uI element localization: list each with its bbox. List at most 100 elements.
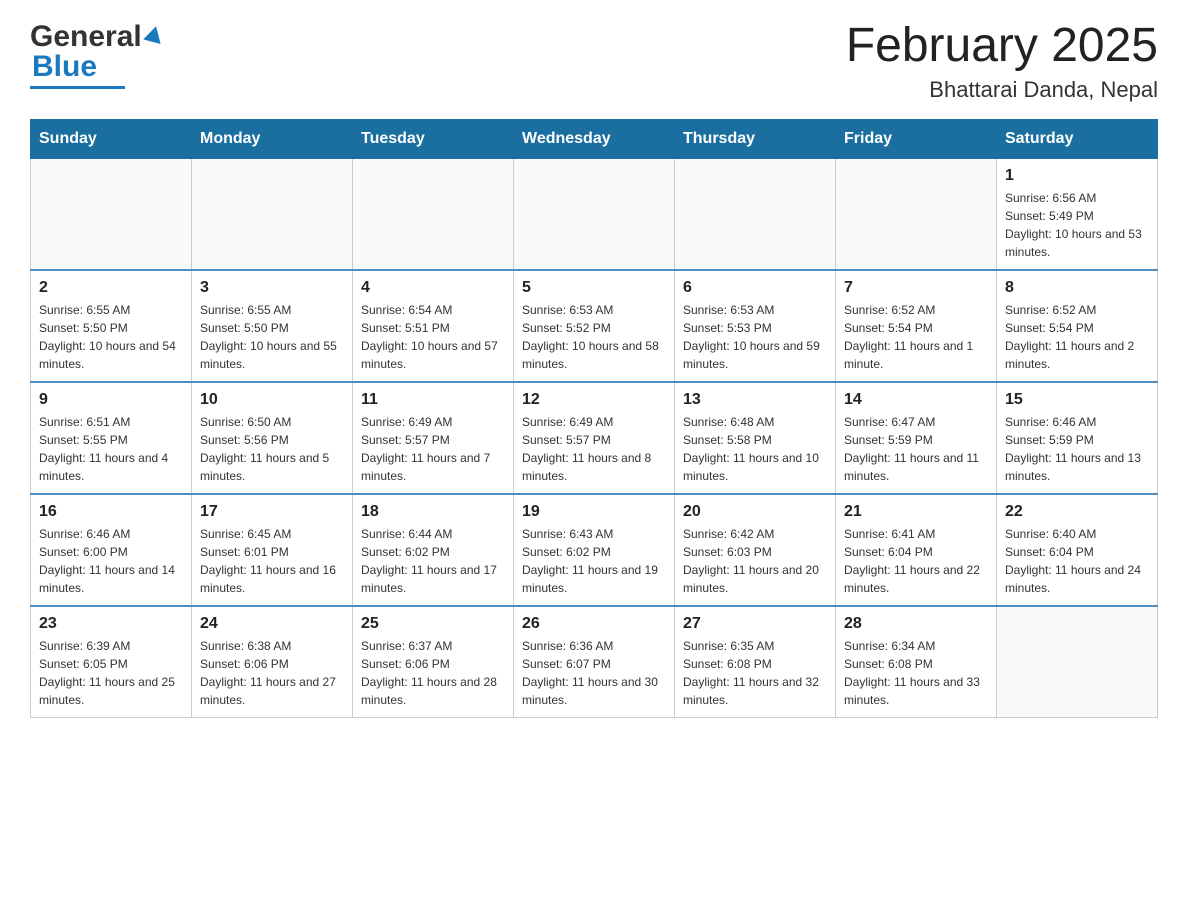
col-monday: Monday bbox=[192, 119, 353, 158]
table-row bbox=[192, 158, 353, 270]
logo-underline bbox=[30, 86, 125, 89]
location-title: Bhattarai Danda, Nepal bbox=[846, 77, 1158, 103]
table-row: 7Sunrise: 6:52 AMSunset: 5:54 PMDaylight… bbox=[836, 270, 997, 382]
table-row bbox=[31, 158, 192, 270]
day-info: Sunrise: 6:39 AMSunset: 6:05 PMDaylight:… bbox=[39, 637, 183, 709]
day-info: Sunrise: 6:46 AMSunset: 6:00 PMDaylight:… bbox=[39, 525, 183, 597]
day-number: 6 bbox=[683, 279, 827, 297]
table-row: 18Sunrise: 6:44 AMSunset: 6:02 PMDayligh… bbox=[353, 494, 514, 606]
calendar-week-row: 9 Sunrise: 6:51 AMSunset: 5:55 PMDaylight… bbox=[31, 382, 1158, 494]
table-row: 1 Sunrise: 6:56 AMSunset: 5:49 PMDaylight… bbox=[997, 158, 1158, 270]
day-info: Sunrise: 6:42 AMSunset: 6:03 PMDaylight:… bbox=[683, 525, 827, 597]
table-row: 16 Sunrise: 6:46 AMSunset: 6:00 PMDayligh… bbox=[31, 494, 192, 606]
table-row bbox=[997, 606, 1158, 718]
day-info: Sunrise: 6:37 AMSunset: 6:06 PMDaylight:… bbox=[361, 637, 505, 709]
day-info: Sunrise: 6:43 AMSunset: 6:02 PMDaylight:… bbox=[522, 525, 666, 597]
day-number: 24 bbox=[200, 615, 344, 633]
day-number: 18 bbox=[361, 503, 505, 521]
day-info: Sunrise: 6:34 AMSunset: 6:08 PMDaylight:… bbox=[844, 637, 988, 709]
table-row: 27 Sunrise: 6:35 AMSunset: 6:08 PMDayligh… bbox=[675, 606, 836, 718]
day-number: 13 bbox=[683, 391, 827, 409]
day-info: Sunrise: 6:54 AMSunset: 5:51 PMDaylight:… bbox=[361, 301, 505, 373]
table-row bbox=[353, 158, 514, 270]
day-info: Sunrise: 6:55 AMSunset: 5:50 PMDaylight:… bbox=[39, 301, 183, 373]
day-number: 19 bbox=[522, 503, 666, 521]
table-row: 12Sunrise: 6:49 AMSunset: 5:57 PMDayligh… bbox=[514, 382, 675, 494]
day-info: Sunrise: 6:52 AMSunset: 5:54 PMDaylight:… bbox=[1005, 301, 1149, 373]
day-info: Sunrise: 6:56 AMSunset: 5:49 PMDaylight:… bbox=[1005, 189, 1149, 261]
day-number: 11 bbox=[361, 391, 505, 409]
logo-area: General Blue bbox=[30, 20, 163, 89]
day-number: 21 bbox=[844, 503, 988, 521]
table-row: 14Sunrise: 6:47 AMSunset: 5:59 PMDayligh… bbox=[836, 382, 997, 494]
calendar-week-row: 23 Sunrise: 6:39 AMSunset: 6:05 PMDayligh… bbox=[31, 606, 1158, 718]
day-number: 3 bbox=[200, 279, 344, 297]
table-row: 15 Sunrise: 6:46 AMSunset: 5:59 PMDayligh… bbox=[997, 382, 1158, 494]
day-number: 8 bbox=[1005, 279, 1149, 297]
day-info: Sunrise: 6:35 AMSunset: 6:08 PMDaylight:… bbox=[683, 637, 827, 709]
col-tuesday: Tuesday bbox=[353, 119, 514, 158]
logo-triangle-icon bbox=[143, 24, 165, 44]
table-row: 10 Sunrise: 6:50 AMSunset: 5:56 PMDayligh… bbox=[192, 382, 353, 494]
table-row: 9 Sunrise: 6:51 AMSunset: 5:55 PMDaylight… bbox=[31, 382, 192, 494]
title-area: February 2025 Bhattarai Danda, Nepal bbox=[846, 20, 1158, 103]
col-saturday: Saturday bbox=[997, 119, 1158, 158]
day-info: Sunrise: 6:53 AMSunset: 5:53 PMDaylight:… bbox=[683, 301, 827, 373]
day-info: Sunrise: 6:45 AMSunset: 6:01 PMDaylight:… bbox=[200, 525, 344, 597]
table-row: 21 Sunrise: 6:41 AMSunset: 6:04 PMDayligh… bbox=[836, 494, 997, 606]
month-title: February 2025 bbox=[846, 20, 1158, 73]
day-number: 4 bbox=[361, 279, 505, 297]
table-row: 24 Sunrise: 6:38 AMSunset: 6:06 PMDayligh… bbox=[192, 606, 353, 718]
table-row: 17Sunrise: 6:45 AMSunset: 6:01 PMDayligh… bbox=[192, 494, 353, 606]
day-info: Sunrise: 6:49 AMSunset: 5:57 PMDaylight:… bbox=[361, 413, 505, 485]
table-row: 5 Sunrise: 6:53 AMSunset: 5:52 PMDaylight… bbox=[514, 270, 675, 382]
table-row: 20 Sunrise: 6:42 AMSunset: 6:03 PMDayligh… bbox=[675, 494, 836, 606]
table-row: 28 Sunrise: 6:34 AMSunset: 6:08 PMDayligh… bbox=[836, 606, 997, 718]
day-number: 22 bbox=[1005, 503, 1149, 521]
day-number: 27 bbox=[683, 615, 827, 633]
table-row bbox=[514, 158, 675, 270]
day-info: Sunrise: 6:51 AMSunset: 5:55 PMDaylight:… bbox=[39, 413, 183, 485]
day-number: 20 bbox=[683, 503, 827, 521]
table-row: 4 Sunrise: 6:54 AMSunset: 5:51 PMDaylight… bbox=[353, 270, 514, 382]
day-info: Sunrise: 6:38 AMSunset: 6:06 PMDaylight:… bbox=[200, 637, 344, 709]
day-number: 26 bbox=[522, 615, 666, 633]
logo-general-text: General bbox=[30, 20, 142, 54]
day-number: 5 bbox=[522, 279, 666, 297]
day-number: 23 bbox=[39, 615, 183, 633]
day-number: 2 bbox=[39, 279, 183, 297]
day-info: Sunrise: 6:48 AMSunset: 5:58 PMDaylight:… bbox=[683, 413, 827, 485]
day-number: 1 bbox=[1005, 167, 1149, 185]
table-row: 13 Sunrise: 6:48 AMSunset: 5:58 PMDayligh… bbox=[675, 382, 836, 494]
table-row bbox=[836, 158, 997, 270]
calendar-week-row: 1 Sunrise: 6:56 AMSunset: 5:49 PMDaylight… bbox=[31, 158, 1158, 270]
day-info: Sunrise: 6:41 AMSunset: 6:04 PMDaylight:… bbox=[844, 525, 988, 597]
table-row: 22Sunrise: 6:40 AMSunset: 6:04 PMDayligh… bbox=[997, 494, 1158, 606]
day-info: Sunrise: 6:53 AMSunset: 5:52 PMDaylight:… bbox=[522, 301, 666, 373]
day-number: 25 bbox=[361, 615, 505, 633]
calendar-table: Sunday Monday Tuesday Wednesday Thursday… bbox=[30, 119, 1158, 718]
calendar-week-row: 16 Sunrise: 6:46 AMSunset: 6:00 PMDayligh… bbox=[31, 494, 1158, 606]
day-number: 15 bbox=[1005, 391, 1149, 409]
day-number: 16 bbox=[39, 503, 183, 521]
table-row: 23 Sunrise: 6:39 AMSunset: 6:05 PMDayligh… bbox=[31, 606, 192, 718]
logo-blue-text: Blue bbox=[32, 50, 97, 84]
table-row: 11 Sunrise: 6:49 AMSunset: 5:57 PMDayligh… bbox=[353, 382, 514, 494]
day-number: 12 bbox=[522, 391, 666, 409]
day-number: 10 bbox=[200, 391, 344, 409]
table-row: 19 Sunrise: 6:43 AMSunset: 6:02 PMDayligh… bbox=[514, 494, 675, 606]
day-info: Sunrise: 6:46 AMSunset: 5:59 PMDaylight:… bbox=[1005, 413, 1149, 485]
page-header: General Blue February 2025 Bhattarai Dan… bbox=[30, 20, 1158, 103]
day-number: 28 bbox=[844, 615, 988, 633]
day-number: 7 bbox=[844, 279, 988, 297]
col-sunday: Sunday bbox=[31, 119, 192, 158]
table-row: 26 Sunrise: 6:36 AMSunset: 6:07 PMDayligh… bbox=[514, 606, 675, 718]
col-friday: Friday bbox=[836, 119, 997, 158]
day-number: 9 bbox=[39, 391, 183, 409]
day-info: Sunrise: 6:36 AMSunset: 6:07 PMDaylight:… bbox=[522, 637, 666, 709]
calendar-week-row: 2 Sunrise: 6:55 AMSunset: 5:50 PMDaylight… bbox=[31, 270, 1158, 382]
table-row: 3Sunrise: 6:55 AMSunset: 5:50 PMDaylight… bbox=[192, 270, 353, 382]
table-row: 25 Sunrise: 6:37 AMSunset: 6:06 PMDayligh… bbox=[353, 606, 514, 718]
day-info: Sunrise: 6:50 AMSunset: 5:56 PMDaylight:… bbox=[200, 413, 344, 485]
day-number: 14 bbox=[844, 391, 988, 409]
